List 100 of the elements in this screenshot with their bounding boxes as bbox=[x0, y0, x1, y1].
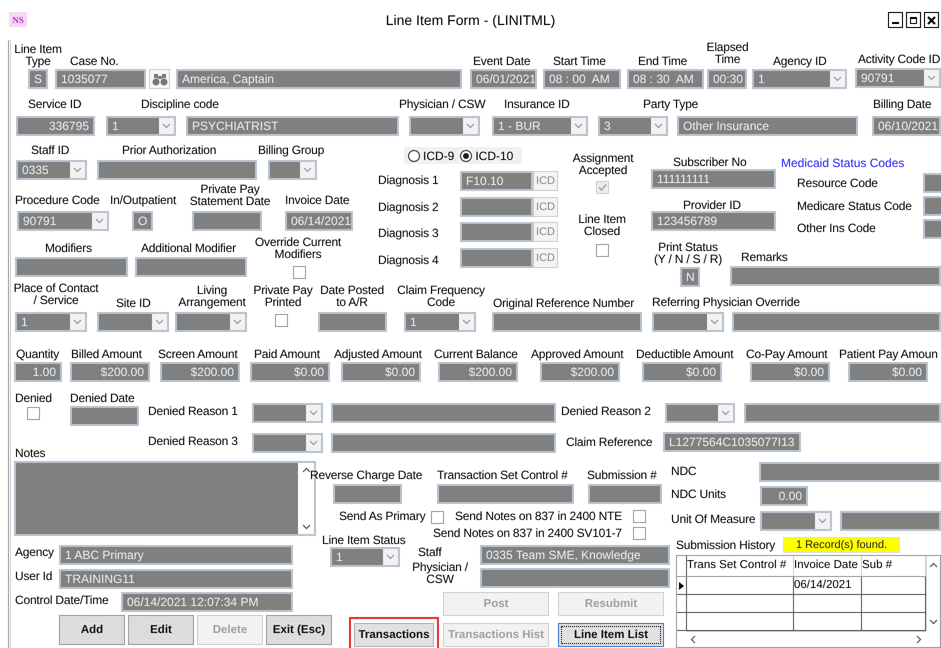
text-field[interactable] bbox=[192, 211, 262, 231]
text-field[interactable] bbox=[437, 484, 574, 504]
icd-lookup-button[interactable]: ICD bbox=[533, 222, 558, 242]
dropdown[interactable]: 1 bbox=[15, 312, 87, 332]
dropdown[interactable]: 0335 bbox=[16, 160, 87, 180]
text-field[interactable]: 336795 bbox=[16, 116, 95, 136]
text-field[interactable] bbox=[480, 568, 670, 588]
checkbox[interactable] bbox=[27, 407, 40, 420]
text-field[interactable]: $0.00 bbox=[341, 362, 421, 382]
text-field[interactable]: Other Insurance bbox=[677, 116, 858, 136]
maximize-icon[interactable] bbox=[906, 12, 921, 28]
checkbox[interactable] bbox=[633, 527, 646, 540]
text-field[interactable]: $200.00 bbox=[438, 362, 518, 382]
text-field[interactable]: F10.10 bbox=[460, 171, 533, 191]
text-field[interactable]: 06/14/2021 bbox=[285, 211, 353, 231]
dropdown[interactable] bbox=[665, 403, 735, 423]
dropdown[interactable] bbox=[409, 116, 480, 136]
dropdown[interactable] bbox=[760, 511, 832, 531]
text-field[interactable]: O bbox=[132, 211, 153, 231]
radio-option[interactable]: ICD-10 bbox=[460, 148, 514, 162]
checkbox[interactable] bbox=[431, 511, 444, 524]
text-field[interactable] bbox=[730, 266, 941, 286]
text-field[interactable] bbox=[70, 406, 139, 426]
form-button[interactable]: Edit bbox=[128, 615, 194, 645]
text-field[interactable] bbox=[732, 312, 941, 332]
checkbox[interactable] bbox=[275, 314, 288, 327]
text-field[interactable]: 1035077 bbox=[55, 69, 146, 89]
column-header[interactable]: Invoice Date bbox=[794, 556, 862, 576]
text-field[interactable] bbox=[460, 222, 533, 242]
text-field[interactable] bbox=[460, 248, 533, 268]
text-field[interactable]: 08 : 00 AM bbox=[543, 69, 621, 89]
dropdown[interactable] bbox=[268, 160, 317, 180]
status-codes-link[interactable]: Medicaid Status Codes bbox=[781, 156, 904, 170]
column-header[interactable]: Trans Set Control # bbox=[687, 556, 794, 576]
text-field[interactable] bbox=[331, 403, 556, 423]
dropdown[interactable] bbox=[252, 433, 323, 453]
text-field[interactable] bbox=[318, 312, 387, 332]
text-field[interactable]: PSYCHIATRIST bbox=[186, 116, 399, 136]
text-field[interactable]: TRAINING11 bbox=[59, 569, 293, 589]
text-field[interactable]: $0.00 bbox=[750, 362, 830, 382]
dropdown[interactable] bbox=[175, 312, 247, 332]
form-button[interactable]: Transactions bbox=[354, 623, 434, 647]
text-field[interactable]: 08 : 30 AM bbox=[627, 69, 704, 89]
dropdown[interactable]: 90791 bbox=[855, 68, 941, 88]
dropdown[interactable]: 1 bbox=[752, 69, 847, 89]
text-field[interactable]: America, Captain bbox=[176, 69, 462, 89]
text-field[interactable]: N bbox=[680, 267, 700, 287]
text-field[interactable] bbox=[840, 511, 941, 531]
chevron-left-icon[interactable] bbox=[690, 635, 696, 644]
dropdown[interactable]: 3 bbox=[598, 116, 668, 136]
text-field[interactable]: 06/14/2021 12:07:34 PM bbox=[121, 592, 293, 612]
text-field[interactable]: $200.00 bbox=[540, 362, 620, 382]
checkbox[interactable] bbox=[633, 510, 646, 523]
text-field[interactable]: 0335 Team SME, Knowledge bbox=[480, 545, 670, 565]
text-field[interactable]: $0.00 bbox=[250, 362, 330, 382]
chevron-right-icon[interactable] bbox=[916, 635, 922, 644]
form-button[interactable]: Line Item List bbox=[558, 623, 664, 647]
text-field[interactable]: 1.00 bbox=[14, 362, 62, 382]
text-field[interactable] bbox=[588, 484, 662, 504]
dropdown[interactable]: 1 bbox=[330, 547, 400, 567]
radio-option[interactable]: ICD-9 bbox=[408, 148, 454, 162]
chevron-down-icon[interactable] bbox=[929, 619, 938, 625]
dropdown[interactable] bbox=[652, 312, 724, 332]
checkbox[interactable] bbox=[596, 244, 609, 257]
text-field[interactable]: L1277564C1035077I13 bbox=[663, 432, 801, 452]
minimize-icon[interactable] bbox=[888, 12, 903, 28]
text-field[interactable] bbox=[135, 257, 247, 277]
form-button[interactable]: Exit (Esc) bbox=[266, 615, 332, 645]
text-field[interactable] bbox=[759, 462, 941, 482]
text-field[interactable]: 111111111 bbox=[651, 169, 776, 189]
dropdown[interactable]: 90791 bbox=[17, 211, 109, 231]
text-field[interactable]: $0.00 bbox=[642, 362, 722, 382]
text-field[interactable]: 1 ABC Primary bbox=[59, 545, 293, 565]
chevron-up-icon[interactable] bbox=[302, 467, 310, 473]
text-field[interactable]: 06/10/2021 bbox=[872, 116, 941, 136]
dropdown[interactable]: 1 - BUR bbox=[492, 116, 588, 136]
chevron-up-icon[interactable] bbox=[929, 562, 938, 568]
dropdown[interactable] bbox=[97, 312, 169, 332]
text-field[interactable]: 123456789 bbox=[651, 211, 776, 231]
text-field[interactable]: 0.00 bbox=[760, 486, 808, 506]
dropdown[interactable]: 1 bbox=[404, 312, 476, 332]
close-icon[interactable] bbox=[924, 12, 939, 28]
checkbox[interactable] bbox=[293, 266, 306, 279]
text-field[interactable]: 00:30 bbox=[707, 69, 747, 89]
text-field[interactable] bbox=[97, 160, 257, 180]
text-field[interactable]: $200.00 bbox=[160, 362, 240, 382]
text-field[interactable] bbox=[15, 257, 128, 277]
icd-lookup-button[interactable]: ICD bbox=[533, 197, 558, 217]
text-field[interactable] bbox=[331, 433, 556, 453]
text-field[interactable]: $200.00 bbox=[70, 362, 150, 382]
find-button[interactable] bbox=[149, 69, 170, 89]
dropdown[interactable] bbox=[252, 403, 323, 423]
scrollbar[interactable] bbox=[926, 556, 940, 631]
icd-lookup-button[interactable]: ICD bbox=[533, 171, 558, 191]
text-field[interactable] bbox=[492, 312, 642, 332]
form-button[interactable]: Add bbox=[59, 615, 125, 645]
text-field[interactable] bbox=[333, 484, 402, 504]
text-field[interactable] bbox=[744, 403, 941, 423]
text-field[interactable]: $0.00 bbox=[848, 362, 928, 382]
text-field[interactable]: S bbox=[28, 69, 48, 89]
